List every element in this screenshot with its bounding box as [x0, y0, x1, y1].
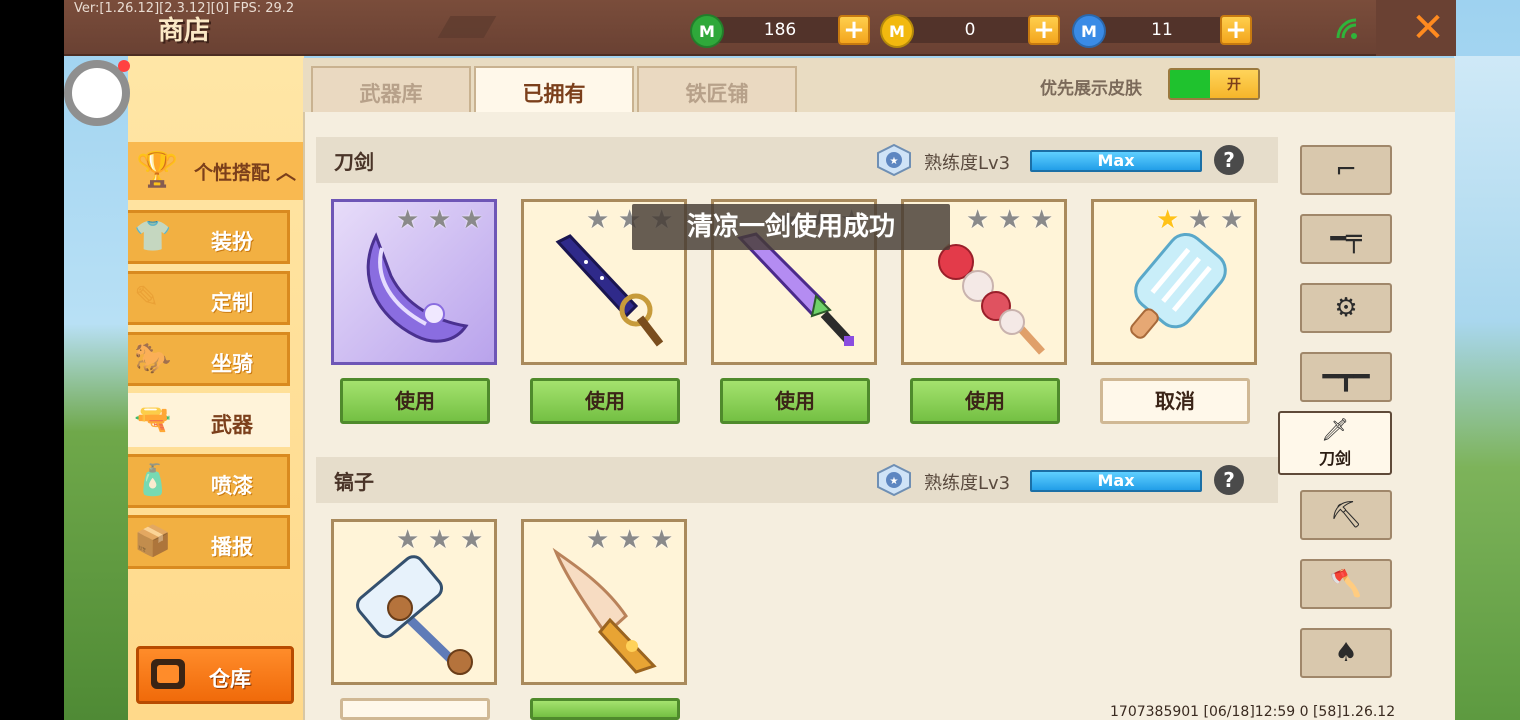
sidebar-item-label: 喷漆: [211, 474, 253, 498]
weapon-type-axe[interactable]: 🪓: [1300, 559, 1392, 609]
warehouse-label: 仓库: [209, 667, 251, 691]
debug-footer: 1707385901 [06/18]12:59 0 [58]1.26.12: [1110, 704, 1396, 720]
currency-value: 11: [1151, 20, 1173, 40]
item-card-ice-cream-cone[interactable]: ★ ★ ★: [521, 519, 687, 685]
sidebar-item-label: 坐骑: [211, 352, 253, 376]
proficiency-badge-icon: ★: [877, 463, 911, 497]
close-button[interactable]: ✕: [1400, 5, 1456, 51]
warehouse-button[interactable]: 仓库: [136, 646, 294, 704]
chevron-up-icon: ︿: [276, 160, 296, 184]
sidebar-item-dressup[interactable]: 👕 装扮: [128, 210, 290, 264]
axe-icon: 🪓: [1329, 569, 1363, 599]
section-header-swords: 刀剑 ★ 熟练度Lv3 Max ?: [316, 137, 1278, 183]
blue-coin-icon: M: [1072, 14, 1106, 48]
prefer-skin-toggle[interactable]: 开: [1168, 68, 1260, 100]
minigun-icon: ⚙: [1334, 293, 1358, 323]
tab-owned[interactable]: 已拥有: [474, 66, 634, 114]
pickaxe-icon: ⛏: [1329, 500, 1363, 530]
add-gold-currency-button[interactable]: +: [1028, 15, 1060, 45]
help-button[interactable]: ?: [1214, 465, 1244, 495]
revolver-icon: ⌐: [1335, 155, 1357, 185]
help-button[interactable]: ?: [1214, 145, 1244, 175]
chest-icon: [151, 659, 185, 689]
partial-button[interactable]: [340, 698, 490, 720]
svg-text:★: ★: [890, 156, 899, 167]
sniper-icon: ━┳━: [1322, 362, 1370, 392]
weapon-type-label: 刀剑: [1318, 448, 1351, 468]
mount-icon: 🐎: [134, 341, 172, 376]
pencil-icon: ✎: [134, 280, 160, 315]
shovel-icon: ♠: [1334, 638, 1358, 668]
use-button[interactable]: 使用: [530, 378, 680, 424]
sidebar-item-mount[interactable]: 🐎 坐骑: [128, 332, 290, 386]
section-title: 刀剑: [334, 150, 374, 174]
sidebar-item-label: 装扮: [211, 230, 253, 254]
sidebar-item-custom[interactable]: ✎ 定制: [128, 271, 290, 325]
topbar-decoration: [437, 16, 497, 38]
game-world-right-edge: [1454, 56, 1520, 720]
weapon-type-pickaxe[interactable]: ⛏: [1300, 490, 1392, 540]
teddy-hammer-icon: [356, 555, 473, 676]
currency-gold: M 0 +: [880, 14, 1060, 48]
weapon-type-sword[interactable]: 🗡 刀剑: [1278, 411, 1392, 475]
wifi-signal-icon: [1336, 18, 1357, 39]
page-title: 商店: [158, 16, 211, 46]
section-title: 镐子: [334, 470, 374, 494]
currency-green: M 186 +: [690, 14, 870, 48]
use-button[interactable]: 使用: [910, 378, 1060, 424]
gold-coin-icon: M: [880, 14, 914, 48]
currency-blue: M 11 +: [1072, 14, 1252, 48]
proficiency-level: 熟练度Lv3: [924, 153, 1011, 174]
scrolled-item-ghost: [158, 96, 278, 136]
sidebar-item-weapon[interactable]: 🔫 武器: [128, 393, 290, 447]
item-card-teddy-hammer[interactable]: ★ ★ ★: [331, 519, 497, 685]
sidebar-header-personalize[interactable]: 🏆 个性搭配 ︿: [128, 142, 304, 200]
tab-blacksmith[interactable]: 铁匠铺: [637, 66, 797, 112]
purple-blade-icon: [366, 232, 469, 343]
sidebar-item-label: 武器: [211, 413, 253, 437]
weapon-type-shovel[interactable]: ♠: [1300, 628, 1392, 678]
item-card-purple-blade[interactable]: ★ ★ ★: [331, 199, 497, 365]
sidebar-item-label: 播报: [211, 535, 253, 559]
popsicle-icon: [1130, 232, 1227, 339]
add-blue-currency-button[interactable]: +: [1220, 15, 1252, 45]
notification-dot: [118, 60, 130, 72]
toggle-knob: 开: [1210, 70, 1258, 98]
proficiency-bar: Max: [1030, 150, 1202, 172]
spray-icon: 🧴: [134, 463, 172, 498]
ice-cream-cone-icon: [552, 547, 657, 674]
broadcast-icon: 📦: [134, 524, 172, 559]
item-card-popsicle[interactable]: ★ ★ ★: [1091, 199, 1257, 365]
trophy-icon: 🏆: [136, 150, 179, 190]
add-green-currency-button[interactable]: +: [838, 15, 870, 45]
weapon-type-minigun[interactable]: ⚙: [1300, 283, 1392, 333]
use-button[interactable]: 使用: [720, 378, 870, 424]
shirt-icon: 👕: [134, 219, 172, 254]
weapon-type-sniper[interactable]: ━┳━: [1300, 352, 1392, 402]
weapon-type-revolver[interactable]: ⌐: [1300, 145, 1392, 195]
sidebar-header-label: 个性搭配: [194, 162, 271, 184]
proficiency-level: 熟练度Lv3: [924, 473, 1011, 494]
gun-icon: 🔫: [134, 402, 172, 437]
proficiency-badge-icon: ★: [877, 143, 911, 177]
green-gem-icon: M: [690, 14, 724, 48]
partial-button[interactable]: [530, 698, 680, 720]
currency-value: 186: [763, 20, 797, 40]
sidebar-item-label: 定制: [211, 291, 253, 315]
proficiency-bar: Max: [1030, 470, 1202, 492]
cancel-button[interactable]: 取消: [1100, 378, 1250, 424]
currency-value: 0: [964, 20, 976, 40]
rifle-icon: ━╤: [1330, 224, 1362, 254]
svg-text:★: ★: [890, 476, 899, 487]
tab-armory[interactable]: 武器库: [311, 66, 471, 112]
success-toast: 清凉一剑使用成功: [632, 204, 950, 250]
sidebar-item-broadcast[interactable]: 📦 播报: [128, 515, 290, 569]
section-header-pickaxes: 镐子 ★ 熟练度Lv3 Max ?: [316, 457, 1278, 503]
prefer-skin-label: 优先展示皮肤: [1040, 79, 1142, 99]
sidebar-item-spray[interactable]: 🧴 喷漆: [128, 454, 290, 508]
knife-icon: 🗡: [1321, 417, 1349, 443]
use-button[interactable]: 使用: [340, 378, 490, 424]
weapon-type-rifle[interactable]: ━╤: [1300, 214, 1392, 264]
